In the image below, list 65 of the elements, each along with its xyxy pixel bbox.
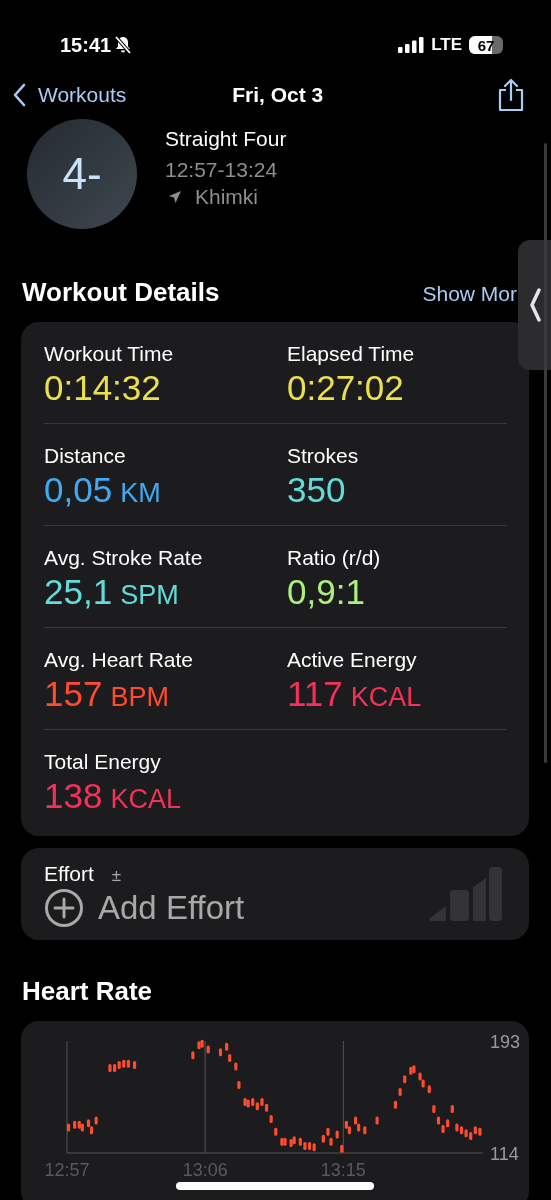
- metric-value: 0,05 KM: [44, 470, 162, 510]
- plus-circle-icon: [44, 888, 84, 928]
- axis-label: 193: [490, 1032, 521, 1052]
- axis-label: 12:57: [44, 1160, 90, 1179]
- effort-level-icon: [427, 867, 503, 923]
- metric-label: Elapsed Time: [287, 342, 416, 366]
- heart-rate-point: [218, 1048, 223, 1057]
- heart-rate-point: [228, 1054, 232, 1062]
- metric-value: 0,9:1: [287, 572, 366, 612]
- metric-value: 0:27:02: [287, 368, 405, 408]
- metric-value: 117 KCAL: [287, 674, 423, 714]
- metric-value: 157 BPM: [44, 674, 170, 714]
- heart-rate-point: [398, 1088, 402, 1097]
- metric-label: Distance: [44, 444, 127, 468]
- heart-rate-point: [132, 1061, 137, 1070]
- workout-badge: 4-: [27, 119, 137, 229]
- axis-label: 13:06: [182, 1160, 228, 1179]
- effort-label: Effort: [44, 862, 94, 886]
- heart-rate-point: [225, 1042, 229, 1051]
- axis-label: 13:15: [320, 1160, 366, 1179]
- back-chevron-icon: [12, 83, 26, 107]
- heart-rate-point: [450, 1105, 454, 1114]
- heart-rate-point: [237, 1080, 241, 1089]
- heart-rate-point: [393, 1100, 398, 1109]
- metric-label: Total Energy: [44, 750, 162, 774]
- location-arrow-icon: [169, 191, 181, 203]
- heart-rate-point: [375, 1116, 379, 1125]
- metric-label: Avg. Heart Rate: [44, 648, 195, 672]
- axis-label: 114: [490, 1144, 519, 1164]
- workout-location: Khimki: [195, 185, 258, 209]
- metric-value: 25,1 SPM: [44, 572, 180, 612]
- signal-icon: [398, 37, 425, 53]
- share-icon[interactable]: [497, 78, 525, 112]
- heart-rate-point: [363, 1126, 367, 1135]
- metric-label: Active Energy: [287, 648, 418, 672]
- heart-rate-point: [403, 1075, 407, 1084]
- metric-label: Workout Time: [44, 342, 175, 366]
- show-more-link[interactable]: Show Mor: [422, 282, 517, 306]
- heart-rate-point: [274, 1127, 278, 1136]
- heart-rate-point: [206, 1045, 210, 1054]
- metric-label: Avg. Stroke Rate: [44, 546, 204, 570]
- add-effort-button[interactable]: Add Effort: [44, 888, 245, 928]
- muted-bell-icon: [113, 35, 134, 55]
- metric-value: 350: [287, 470, 347, 510]
- metric-value: 138 KCAL: [44, 776, 182, 816]
- status-time: 15:41: [60, 33, 112, 57]
- heart-rate-point: [427, 1085, 431, 1094]
- heart-rate-point: [66, 1123, 71, 1132]
- nav-title: Fri, Oct 3: [232, 83, 324, 107]
- heart-rate-point: [340, 1144, 344, 1153]
- metric-label: Ratio (r/d): [287, 546, 382, 570]
- back-button[interactable]: Workouts: [12, 83, 127, 107]
- heart-rate-point: [234, 1062, 238, 1071]
- heart-rate-point: [269, 1114, 273, 1123]
- heart-rate-point: [191, 1051, 195, 1060]
- metric-label: Strokes: [287, 444, 360, 468]
- workout-time-range: 12:57-13:24: [165, 158, 279, 182]
- heart-rate-point: [335, 1130, 339, 1139]
- section-title: Workout Details: [22, 277, 220, 308]
- network-label: LTE: [431, 35, 462, 55]
- plus-minus-sign: ±: [111, 866, 122, 886]
- metric-value: 0:14:32: [44, 368, 162, 408]
- heart-rate-point: [432, 1105, 436, 1114]
- workout-name: Straight Four: [165, 127, 287, 151]
- section-title: Heart Rate: [21, 975, 154, 1007]
